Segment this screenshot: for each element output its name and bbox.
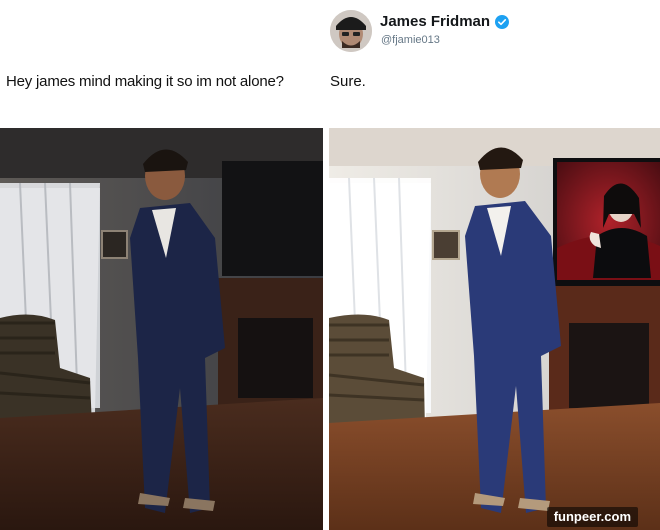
reply-text: Sure. <box>330 73 366 90</box>
request-text: Hey james mind making it so im not alone… <box>6 73 284 90</box>
display-name-row: James Fridman <box>380 13 510 30</box>
account-handle[interactable]: @fjamie013 <box>381 34 440 46</box>
edited-photo <box>329 128 660 530</box>
original-photo <box>0 128 323 530</box>
watermark: funpeer.com <box>546 507 638 527</box>
display-name[interactable]: James Fridman <box>380 13 490 30</box>
avatar[interactable] <box>330 10 372 52</box>
verified-badge-icon <box>495 14 510 29</box>
